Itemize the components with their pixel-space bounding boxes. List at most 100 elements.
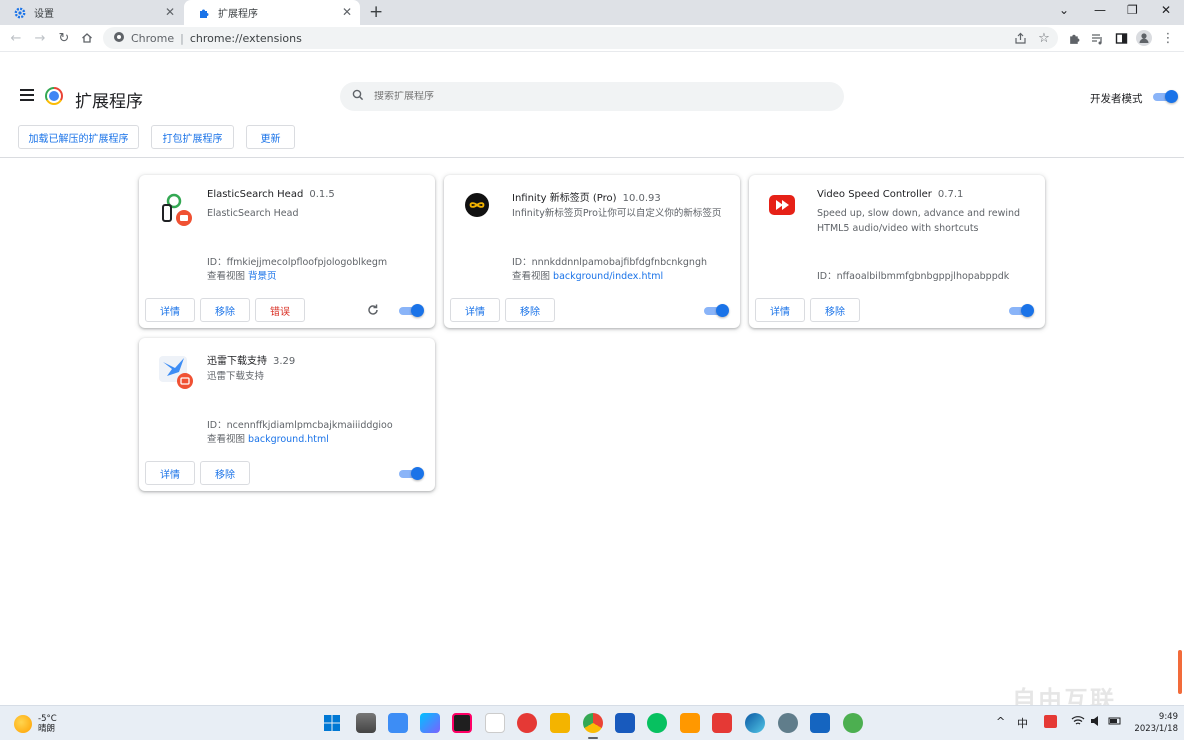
remove-button[interactable]: 移除: [505, 298, 555, 322]
sogou-ime-icon[interactable]: [1044, 715, 1057, 728]
app-icon[interactable]: [420, 713, 440, 733]
wechat-icon[interactable]: [647, 713, 667, 733]
minimize-button[interactable]: —: [1094, 3, 1106, 17]
reload-icon[interactable]: ↻: [56, 30, 72, 46]
developer-toolbar: 加载已解压的扩展程序 打包扩展程序 更新: [0, 120, 1184, 158]
edge-icon[interactable]: [745, 713, 765, 733]
extension-id: ID：ffmkiejjmecolpfloofpjologoblkegm: [207, 257, 388, 268]
search-input[interactable]: [374, 91, 814, 102]
profile-avatar-icon[interactable]: [1136, 30, 1152, 46]
app-icon[interactable]: [680, 713, 700, 733]
dev-mode-label: 开发者模式: [1090, 93, 1143, 105]
chrome-logo-icon: [45, 87, 63, 105]
remove-button[interactable]: 移除: [200, 461, 250, 485]
gear-icon: [14, 7, 26, 19]
address-bar[interactable]: Chrome | chrome://extensions: [103, 27, 1058, 49]
bookmark-star-icon[interactable]: ☆: [1036, 30, 1052, 46]
extension-name: Infinity 新标签页 (Pro) 10.0.93: [512, 193, 661, 204]
close-icon[interactable]: ✕: [342, 6, 352, 18]
file-explorer-icon[interactable]: [550, 713, 570, 733]
close-icon[interactable]: ✕: [165, 6, 175, 18]
side-panel-icon[interactable]: [1113, 30, 1129, 46]
tray-overflow-icon[interactable]: ^: [996, 715, 1005, 728]
back-icon[interactable]: ←: [8, 30, 24, 46]
volume-icon[interactable]: [1090, 715, 1104, 730]
inspect-views: 查看视图 background.html: [207, 434, 329, 445]
errors-button[interactable]: 错误: [255, 298, 305, 322]
enable-toggle[interactable]: [398, 467, 424, 480]
tab-extensions[interactable]: 扩展程序 ✕: [184, 0, 360, 25]
system-clock[interactable]: 9:49 2023/1/18: [1130, 711, 1178, 735]
extension-version: 10.0.93: [622, 193, 661, 204]
extension-name: 迅雷下载支持 3.29: [207, 356, 296, 367]
wps-icon[interactable]: [712, 713, 732, 733]
extension-name: Video Speed Controller 0.7.1: [817, 189, 964, 200]
word-icon[interactable]: [615, 713, 635, 733]
jetbrains-icon[interactable]: [452, 713, 472, 733]
weather-text: 晴朗: [38, 724, 56, 734]
search-bar[interactable]: [340, 82, 844, 111]
share-icon[interactable]: [1012, 30, 1028, 46]
card-footer: 详情 移除: [749, 295, 1045, 328]
baidu-netdisk-icon[interactable]: [485, 713, 505, 733]
remove-button[interactable]: 移除: [200, 298, 250, 322]
side-scroll-handle[interactable]: [1178, 650, 1182, 694]
wifi-icon[interactable]: [1071, 715, 1085, 730]
load-unpacked-button[interactable]: 加载已解压的扩展程序: [18, 125, 139, 149]
extension-id: ID：nnnkddnnlpamobajfibfdgfnbcnkgngh: [512, 257, 707, 268]
inspect-views: 查看视图 背景页: [207, 271, 277, 282]
ime-indicator[interactable]: 中: [1017, 715, 1028, 731]
windows-start-icon[interactable]: [322, 713, 342, 733]
update-button[interactable]: 更新: [246, 125, 295, 149]
enable-toggle[interactable]: [1008, 304, 1034, 317]
media-controls-icon[interactable]: [1089, 30, 1105, 46]
tab-settings[interactable]: 设置 ✕: [0, 0, 183, 25]
tab-label: 扩展程序: [218, 9, 258, 20]
hamburger-menu-icon[interactable]: [20, 89, 34, 101]
app-icon[interactable]: [810, 713, 830, 733]
dev-mode-toggle[interactable]: [1152, 90, 1178, 103]
enable-toggle[interactable]: [703, 304, 729, 317]
remove-button[interactable]: 移除: [810, 298, 860, 322]
extension-card-infinity: Infinity 新标签页 (Pro) 10.0.93 Infinity新标签页P…: [444, 175, 740, 328]
home-icon[interactable]: [79, 30, 95, 46]
extension-id: ID：ncennffkjdiamlpmcbajkmaiiiddgioo: [207, 420, 393, 431]
clock-time: 9:49: [1158, 712, 1178, 722]
task-view-icon[interactable]: [356, 713, 376, 733]
details-button[interactable]: 详情: [450, 298, 500, 322]
new-tab-button[interactable]: +: [369, 3, 383, 21]
pack-extension-button[interactable]: 打包扩展程序: [151, 125, 234, 149]
restore-button[interactable]: ❐: [1127, 3, 1138, 17]
card-footer: 详情 移除 错误: [139, 295, 435, 328]
enable-toggle[interactable]: [398, 304, 424, 317]
sunny-weather-icon: [14, 715, 32, 733]
window-close-button[interactable]: ✕: [1161, 3, 1171, 17]
xunlei-taskbar-icon[interactable]: [388, 713, 408, 733]
reload-extension-icon[interactable]: [366, 303, 380, 317]
app-icon[interactable]: [517, 713, 537, 733]
chrome-taskbar-icon[interactable]: [583, 713, 603, 733]
background-view-link[interactable]: background.html: [248, 434, 329, 445]
settings-app-icon[interactable]: [778, 713, 798, 733]
details-button[interactable]: 详情: [145, 461, 195, 485]
extensions-puzzle-icon[interactable]: [1066, 30, 1082, 46]
puzzle-icon: [198, 7, 210, 19]
extension-card-video-speed-controller: Video Speed Controller 0.7.1 Speed up, sl…: [749, 175, 1045, 328]
background-view-link[interactable]: background/index.html: [553, 271, 663, 282]
weather-widget[interactable]: -5°C 晴朗: [14, 714, 57, 734]
page-title: 扩展程序: [75, 92, 143, 112]
inspect-views: 查看视图 background/index.html: [512, 271, 664, 282]
forward-icon[interactable]: →: [32, 30, 48, 46]
elasticsearch-head-icon: [159, 191, 195, 227]
extension-version: 3.29: [273, 356, 296, 367]
temperature-text: -5°C: [38, 714, 57, 724]
more-menu-icon[interactable]: ⋮: [1160, 30, 1176, 46]
background-page-link[interactable]: 背景页: [248, 271, 277, 282]
app-icon[interactable]: [843, 713, 863, 733]
battery-icon[interactable]: [1108, 715, 1122, 730]
details-button[interactable]: 详情: [755, 298, 805, 322]
tab-search-icon[interactable]: ⌄: [1059, 3, 1069, 17]
extension-card-xunlei: 迅雷下载支持 3.29 迅雷下载支持 ID：ncennffkjdiamlpmcba…: [139, 338, 435, 491]
details-button[interactable]: 详情: [145, 298, 195, 322]
extensions-header: 扩展程序 开发者模式: [0, 70, 1184, 120]
